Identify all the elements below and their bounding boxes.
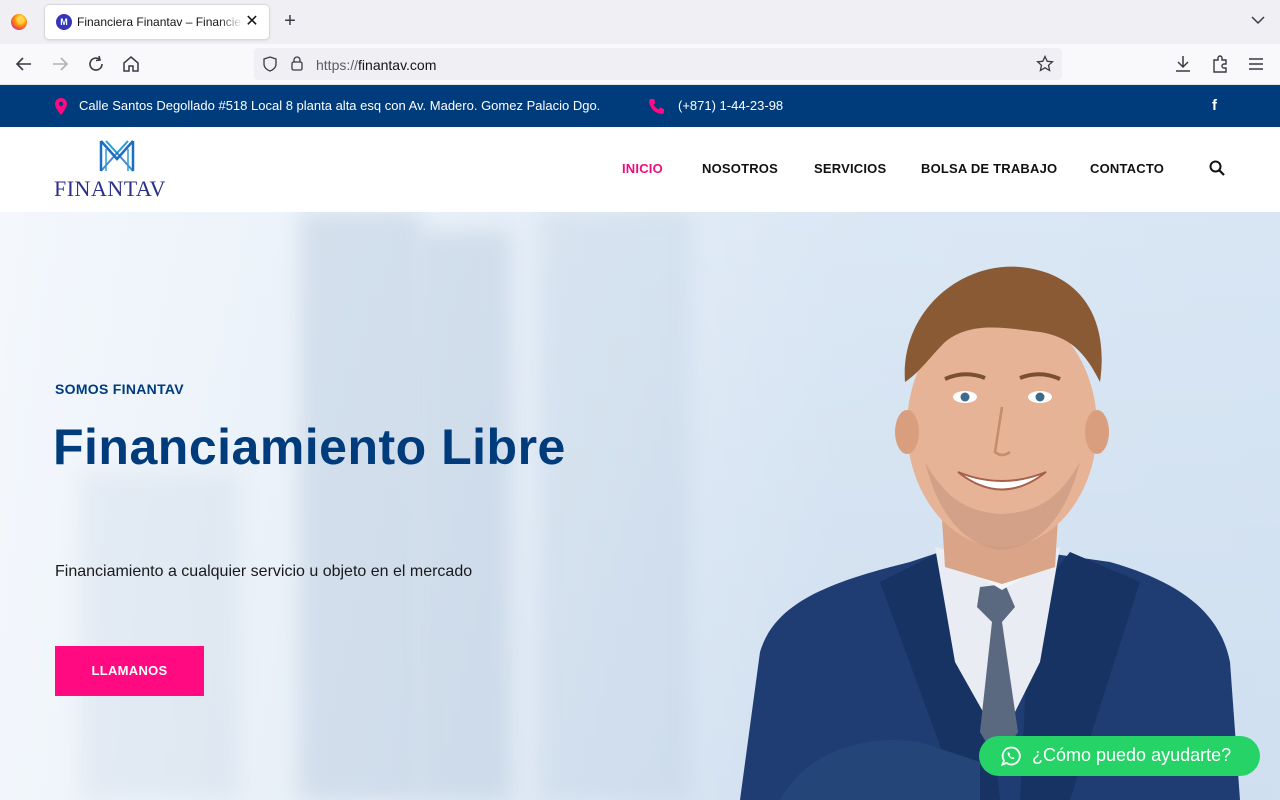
whatsapp-chat-button[interactable]: ¿Cómo puedo ayudarte? xyxy=(979,736,1260,776)
reload-icon[interactable] xyxy=(84,52,108,76)
logo-text[interactable]: FINANTAV xyxy=(54,176,166,202)
nav-nosotros[interactable]: NOSOTROS xyxy=(702,161,778,176)
downloads-icon[interactable] xyxy=(1171,52,1195,76)
bookmark-star-icon[interactable] xyxy=(1036,55,1054,73)
nav-servicios[interactable]: SERVICIOS xyxy=(814,161,886,176)
businessman-photo xyxy=(740,266,1240,800)
extensions-icon[interactable] xyxy=(1208,52,1232,76)
hero-subtitle: Financiamiento a cualquier servicio u ob… xyxy=(55,563,473,580)
lock-icon[interactable] xyxy=(290,55,304,72)
list-tabs-chevron-icon[interactable] xyxy=(1250,12,1266,28)
url-host: finantav.com xyxy=(358,57,437,73)
llamanos-button[interactable]: LLAMANOS xyxy=(55,646,204,696)
shield-icon[interactable] xyxy=(262,56,278,72)
browser-tab[interactable]: M Financiera Finantav – Financiera ✕ xyxy=(45,5,269,39)
nav-inicio[interactable]: INICIO xyxy=(622,161,663,176)
app-menu-icon[interactable] xyxy=(1244,52,1268,76)
background-building xyxy=(420,232,510,800)
site-header: FINANTAV INICIO NOSOTROS SERVICIOS BOLSA… xyxy=(0,127,1280,212)
site-topbar: Calle Santos Degollado #518 Local 8 plan… xyxy=(0,85,1280,127)
new-tab-icon[interactable]: + xyxy=(280,11,300,31)
hero-kicker: SOMOS FINANTAV xyxy=(55,381,184,397)
site-favicon-icon: M xyxy=(56,14,72,30)
phone-icon xyxy=(649,99,664,114)
url-protocol: https:// xyxy=(316,57,359,73)
facebook-icon[interactable]: f xyxy=(1212,97,1217,114)
nav-bolsa-de-trabajo[interactable]: BOLSA DE TRABAJO xyxy=(921,161,1057,176)
back-icon[interactable] xyxy=(12,52,36,76)
forward-icon[interactable] xyxy=(48,52,72,76)
phone-text[interactable]: (+871) 1-44-23-98 xyxy=(678,98,783,113)
nav-contacto[interactable]: CONTACTO xyxy=(1090,161,1164,176)
background-building xyxy=(540,212,690,800)
whatsapp-label: ¿Cómo puedo ayudarte? xyxy=(1032,745,1232,765)
background-building xyxy=(300,212,420,800)
firefox-icon[interactable] xyxy=(11,14,27,30)
whatsapp-icon xyxy=(1001,746,1021,766)
hero-title: Financiamiento Libre xyxy=(53,419,566,475)
location-pin-icon xyxy=(55,98,67,115)
address-text: Calle Santos Degollado #518 Local 8 plan… xyxy=(79,98,601,113)
search-icon[interactable] xyxy=(1209,160,1225,176)
url-bar[interactable]: https://finantav.com xyxy=(254,48,1062,80)
browser-navbar: https://finantav.com xyxy=(0,44,1280,85)
home-icon[interactable] xyxy=(119,52,143,76)
close-tab-icon[interactable]: ✕ xyxy=(243,13,261,31)
tab-title: Financiera Finantav – Financiera xyxy=(77,15,243,29)
finantav-logo-mark[interactable] xyxy=(99,139,135,173)
background-building xyxy=(80,472,240,800)
browser-tabbar: M Financiera Finantav – Financiera ✕ + xyxy=(0,0,1280,44)
hero-section: SOMOS FINANTAV Financiamiento Libre Fina… xyxy=(0,212,1280,800)
url-text: https://finantav.com xyxy=(316,57,436,73)
